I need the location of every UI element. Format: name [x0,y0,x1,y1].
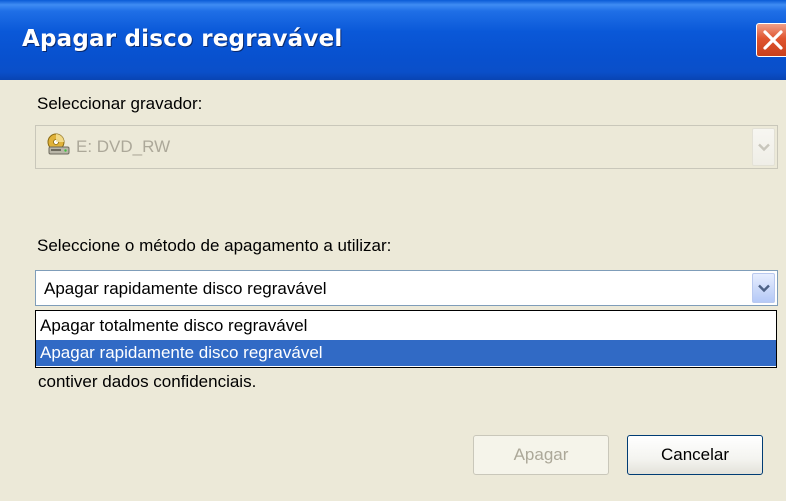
chevron-down-icon [758,284,770,293]
cd-drive-icon [45,132,71,163]
erase-disc-dialog: Apagar disco regravável Seleccionar grav… [0,0,786,501]
erase-method-dropdown-list: Apagar totalmente disco regravável Apaga… [35,310,777,368]
erase-method-arrow[interactable] [752,273,775,303]
erase-button[interactable]: Apagar [473,435,609,475]
dropdown-option-quick-erase[interactable]: Apagar rapidamente disco regravável [36,340,776,366]
title-bar[interactable]: Apagar disco regravável [0,0,786,80]
dropdown-option-full-erase[interactable]: Apagar totalmente disco regravável [36,313,776,339]
chevron-down-icon [758,143,770,152]
recorder-select-arrow[interactable] [752,128,775,166]
window-title: Apagar disco regravável [22,26,343,52]
close-icon [763,30,783,50]
recorder-label: Seleccionar gravador: [37,94,203,113]
recorder-select[interactable]: E: DVD_RW [35,125,778,169]
method-label: Seleccione o método de apagamento a util… [37,236,392,255]
info-text: contiver dados confidenciais. [38,372,257,391]
erase-method-select[interactable]: Apagar rapidamente disco regravável [35,270,778,306]
erase-method-value: Apagar rapidamente disco regravável [44,279,327,298]
recorder-select-value: E: DVD_RW [76,137,171,156]
cancel-button[interactable]: Cancelar [627,435,763,475]
close-button[interactable] [756,23,786,57]
